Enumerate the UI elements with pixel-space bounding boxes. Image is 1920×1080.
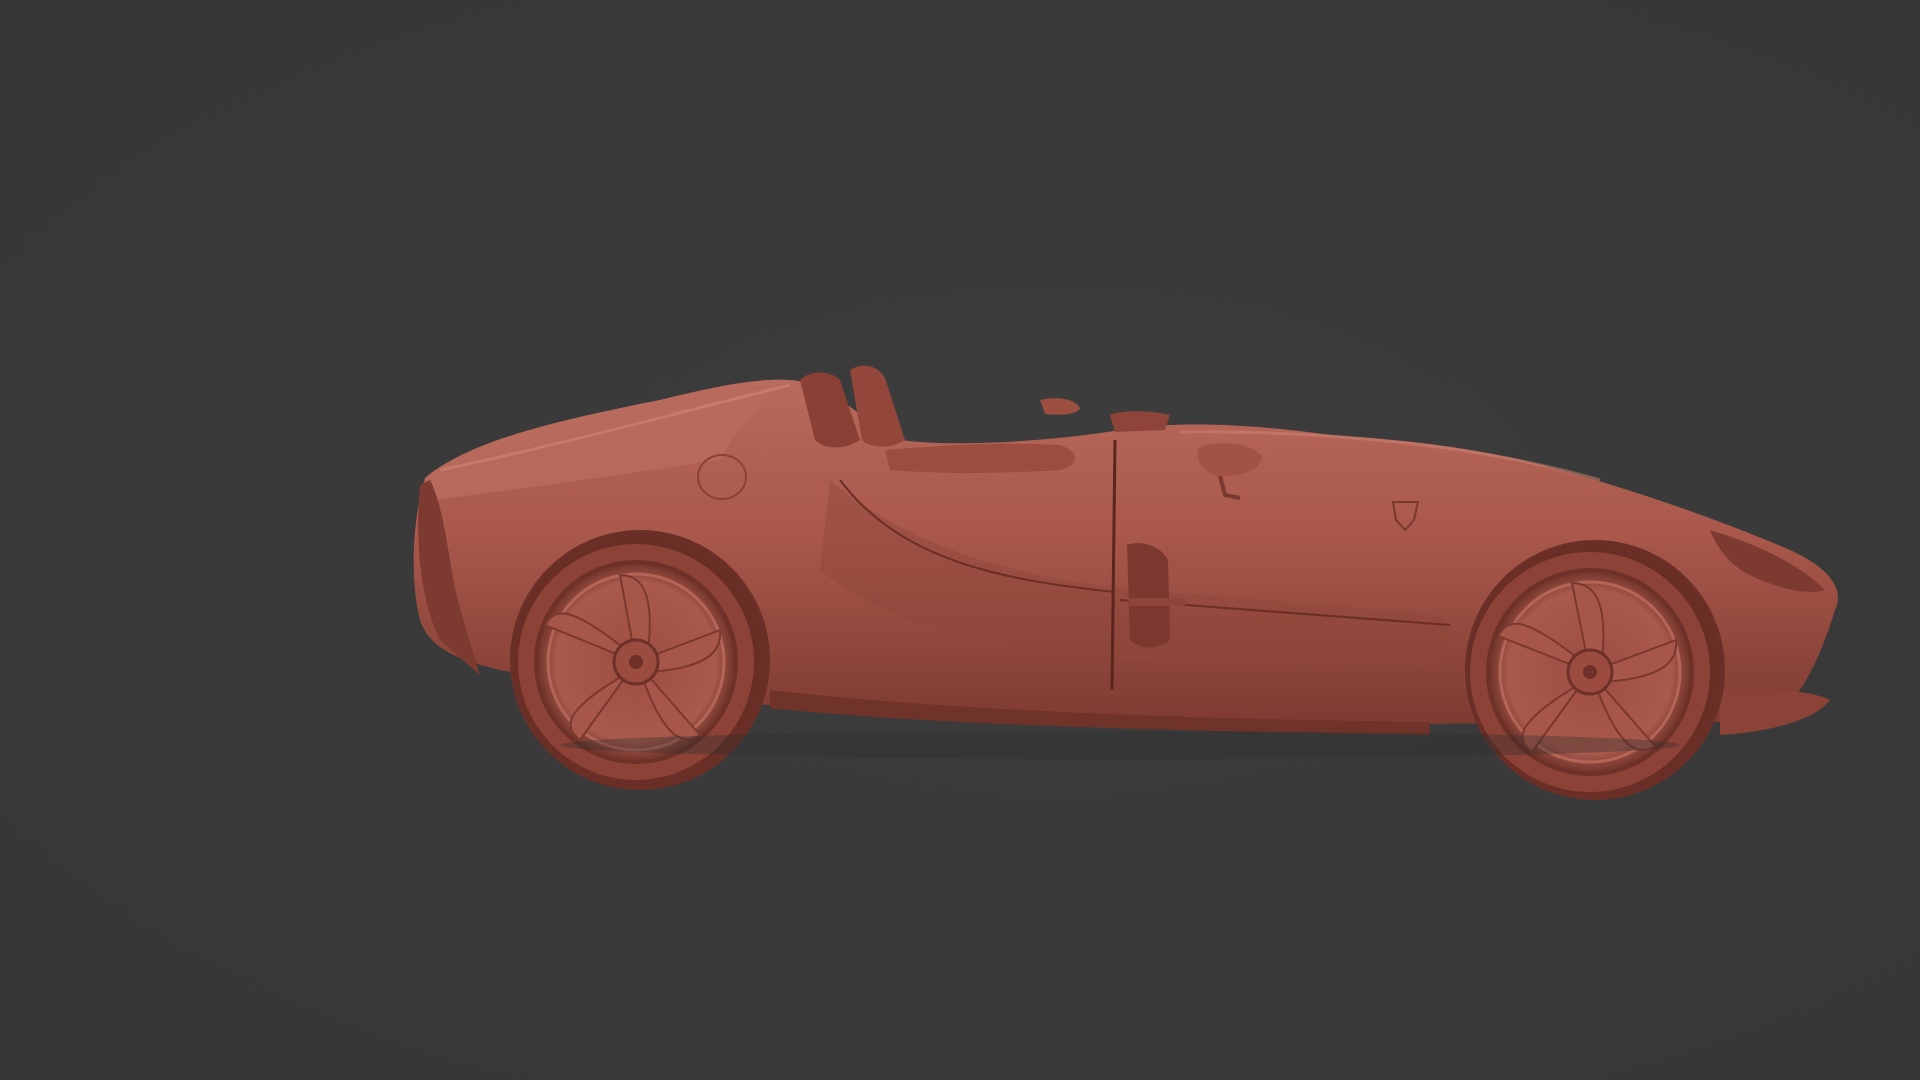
ground-shadow xyxy=(560,731,1680,759)
car-model[interactable] xyxy=(0,0,1920,1080)
3d-viewport[interactable] xyxy=(0,0,1920,1080)
front-wheel xyxy=(1470,552,1710,792)
